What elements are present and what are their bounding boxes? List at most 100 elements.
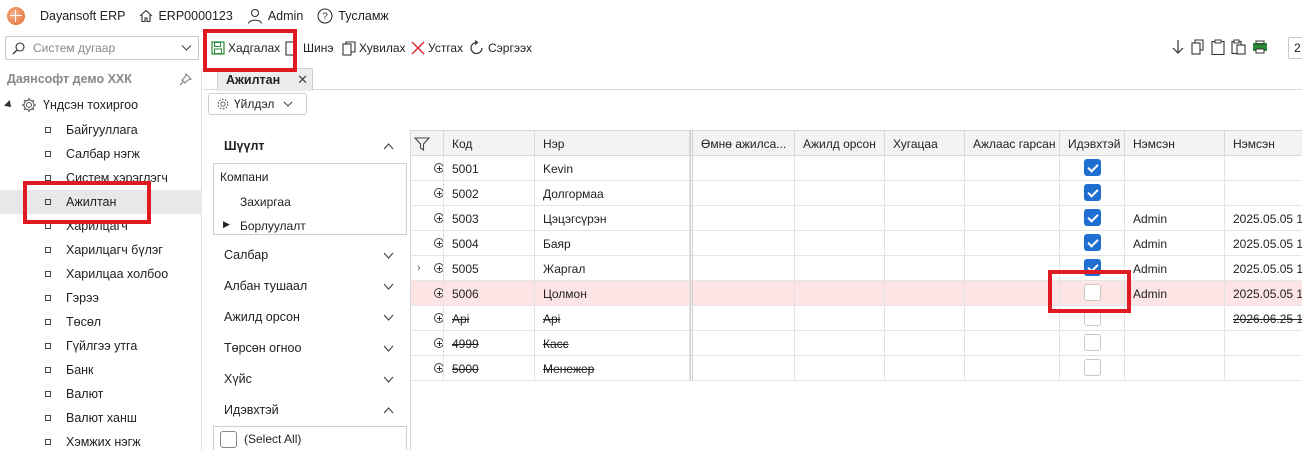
row-header-cell[interactable] — [411, 206, 444, 231]
sidebar-tree-item[interactable]: Банк — [0, 358, 202, 382]
added-by-cell[interactable]: Admin — [1125, 256, 1225, 281]
filter-section[interactable]: Идэвхтэй — [213, 394, 407, 425]
empty-cell[interactable] — [885, 356, 965, 381]
tree-root-basic-settings[interactable]: Үндсэн тохиргоо — [4, 97, 138, 113]
active-checkbox[interactable] — [1084, 334, 1101, 351]
table-row[interactable]: 5003Цэцэгсүрэн Admin2025.05.05 14 — [411, 206, 1302, 231]
company-filter-item[interactable]: Захиргаа — [240, 195, 291, 209]
row-header-cell[interactable]: › — [411, 256, 444, 281]
empty-cell[interactable] — [690, 231, 795, 256]
added-by-cell[interactable] — [1125, 331, 1225, 356]
empty-cell[interactable] — [965, 231, 1060, 256]
name-cell[interactable]: Касс — [535, 331, 690, 356]
empty-cell[interactable] — [885, 206, 965, 231]
empty-cell[interactable] — [795, 306, 885, 331]
column-header[interactable]: Идэвхтэй — [1060, 131, 1125, 156]
added-at-cell[interactable]: 2025.05.05 14 — [1225, 231, 1302, 256]
active-cell[interactable] — [1060, 306, 1125, 331]
name-cell[interactable]: Менежер — [535, 356, 690, 381]
expand-row-icon[interactable] — [434, 238, 443, 248]
clipboard-icon[interactable] — [1211, 39, 1225, 55]
save-button[interactable]: Хадгалах — [211, 37, 280, 59]
chevron-down-icon[interactable] — [383, 375, 394, 383]
select-all-option[interactable]: (Select All) — [213, 426, 407, 450]
code-cell[interactable]: 5001 — [444, 156, 535, 181]
pin-icon[interactable] — [179, 73, 192, 86]
select-all-checkbox[interactable] — [220, 430, 237, 448]
home-button[interactable]: ERP0000123 — [139, 9, 233, 23]
name-cell[interactable]: Api — [535, 306, 690, 331]
excel-export-icon[interactable] — [1252, 40, 1268, 54]
sidebar-tree-item[interactable]: Төсөл — [0, 310, 202, 334]
action-dropdown-button[interactable]: Үйлдэл — [208, 93, 307, 115]
table-row[interactable]: 5001 Kevin — [411, 156, 1302, 181]
expand-row-icon[interactable] — [434, 313, 443, 323]
copy-button[interactable]: Хувилах — [342, 37, 406, 59]
expand-row-icon[interactable] — [434, 188, 443, 198]
active-cell[interactable] — [1060, 206, 1125, 231]
code-cell[interactable]: 5003 — [444, 206, 535, 231]
added-at-cell[interactable] — [1225, 156, 1302, 181]
active-checkbox[interactable] — [1084, 259, 1101, 276]
code-cell[interactable]: 5002 — [444, 181, 535, 206]
chevron-up-icon[interactable] — [383, 142, 394, 150]
close-icon[interactable]: ✕ — [297, 72, 308, 88]
sidebar-tree-item[interactable]: Харилцагч бүлэг — [0, 238, 202, 262]
code-cell[interactable]: Api — [444, 306, 535, 331]
added-at-cell[interactable]: 2025.05.05 14 — [1225, 281, 1302, 306]
sidebar-tree-item[interactable]: Валют ханш — [0, 406, 202, 430]
active-checkbox[interactable] — [1084, 184, 1101, 201]
empty-cell[interactable] — [795, 356, 885, 381]
chevron-down-icon[interactable] — [383, 282, 394, 290]
help-button[interactable]: ? Тусламж — [317, 8, 389, 24]
name-cell[interactable]: Цэцэгсүрэн — [535, 206, 690, 231]
empty-cell[interactable] — [690, 281, 795, 306]
chevron-up-icon[interactable] — [383, 406, 394, 414]
empty-cell[interactable] — [965, 156, 1060, 181]
added-by-cell[interactable]: Admin — [1125, 281, 1225, 306]
empty-cell[interactable] — [795, 231, 885, 256]
filter-section[interactable]: Ажилд орсон — [213, 301, 407, 332]
table-row[interactable]: 4999 Касс — [411, 331, 1302, 356]
code-cell[interactable]: 5004 — [444, 231, 535, 256]
table-row[interactable]: 5004Баяр Admin2025.05.05 14 — [411, 231, 1302, 256]
added-at-cell[interactable]: 2025.05.05 14 — [1225, 256, 1302, 281]
empty-cell[interactable] — [690, 181, 795, 206]
sidebar-tree-item[interactable]: Ажилтан — [0, 190, 202, 214]
name-cell[interactable]: Баяр — [535, 231, 690, 256]
table-row[interactable]: 5002 Долгормаа — [411, 181, 1302, 206]
added-at-cell[interactable] — [1225, 356, 1302, 381]
search-input[interactable] — [33, 41, 173, 55]
active-cell[interactable] — [1060, 231, 1125, 256]
sidebar-tree-item[interactable]: Харилцагч — [0, 214, 202, 238]
active-cell[interactable] — [1060, 181, 1125, 206]
row-header-cell[interactable] — [411, 306, 444, 331]
sidebar-tree-item[interactable]: Гэрээ — [0, 286, 202, 310]
delete-button[interactable]: Устгах — [411, 37, 463, 59]
added-by-cell[interactable]: Admin — [1125, 206, 1225, 231]
column-header[interactable]: Ажилд орсон — [795, 131, 885, 156]
user-menu[interactable]: Admin — [247, 8, 303, 24]
empty-cell[interactable] — [795, 181, 885, 206]
download-icon[interactable] — [1171, 39, 1185, 55]
expand-row-icon[interactable] — [434, 363, 443, 373]
empty-cell[interactable] — [690, 156, 795, 181]
active-cell[interactable] — [1060, 356, 1125, 381]
added-by-cell[interactable] — [1125, 356, 1225, 381]
table-row[interactable]: › 5005Жаргал Admin2025.05.05 14 — [411, 256, 1302, 281]
empty-cell[interactable] — [885, 256, 965, 281]
empty-cell[interactable] — [885, 281, 965, 306]
chevron-down-icon[interactable] — [383, 344, 394, 352]
expand-row-icon[interactable] — [434, 163, 443, 173]
active-cell[interactable] — [1060, 331, 1125, 356]
table-row[interactable]: ApiApi 2026.06.25 15 — [411, 306, 1302, 331]
row-header-cell[interactable] — [411, 356, 444, 381]
filter-section[interactable]: Салбар — [213, 239, 407, 270]
empty-cell[interactable] — [965, 356, 1060, 381]
chevron-down-icon[interactable] — [383, 313, 394, 321]
added-by-cell[interactable] — [1125, 306, 1225, 331]
empty-cell[interactable] — [885, 306, 965, 331]
empty-cell[interactable] — [965, 206, 1060, 231]
empty-cell[interactable] — [965, 256, 1060, 281]
empty-cell[interactable] — [690, 256, 795, 281]
